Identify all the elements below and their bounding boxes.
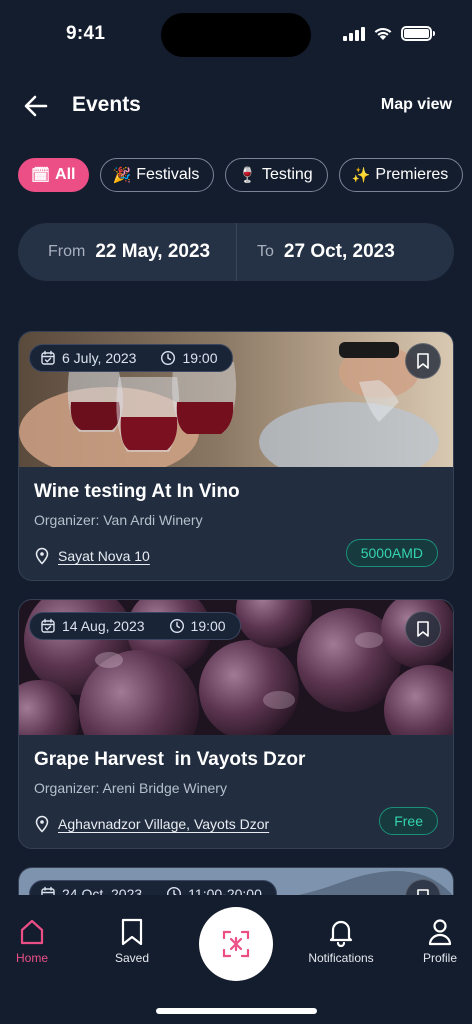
bottom-nav: Home Saved Notifications Profile [0,895,472,1024]
calendar-icon [41,618,55,633]
event-image: 14 Aug, 2023 19:00 [19,600,453,735]
bookmark-button[interactable] [405,611,441,647]
nav-notifications[interactable]: Notifications [307,917,375,965]
location-pin-icon [35,815,49,833]
nav-home-label: Home [15,951,48,965]
wifi-icon [374,27,392,40]
bookmark-icon [121,918,143,946]
event-image: 6 July, 2023 19:00 [19,332,453,467]
nav-profile-label: Profile [422,951,457,965]
bell-icon [329,920,353,947]
wine-glass-icon: 🍷 [238,167,257,184]
event-card[interactable]: 14 Aug, 2023 19:00 Grape Harvest in Vayo… [18,599,454,849]
home-indicator [156,1008,317,1014]
event-title: Grape Harvest in Vayots Dzor [34,749,306,770]
date-to-value: 27 Oct, 2023 [283,241,395,262]
filter-label: Festivals [136,166,200,183]
status-bar: 9:41 [0,0,472,70]
page-title: Events [72,93,141,116]
nav-notifications-label: Notifications [308,951,374,965]
event-location[interactable]: Aghavnadzor Village, Vayots Dzor [34,815,269,833]
event-date: 6 July, 2023 [62,350,137,366]
date-from-field[interactable]: From 22 May, 2023 [18,223,236,281]
location-pin-icon [35,547,49,565]
filter-label: Testing [262,166,313,183]
date-to-field[interactable]: To 27 Oct, 2023 [236,223,454,281]
header: Events Map view [0,84,472,128]
event-price-badge: 5000AMD [345,539,438,567]
date-from-label: From [48,243,86,260]
party-popper-icon: 🎉 [112,167,132,184]
filter-chip-testing[interactable]: 🍷 Testing [225,158,328,192]
scan-qr-button[interactable] [199,907,273,981]
event-location-text: Sayat Nova 10 [58,548,150,564]
bookmark-icon [417,353,429,369]
nav-saved[interactable]: Saved [114,917,150,965]
category-filters: 🗓 All 🎉 Festivals 🍷 Testing ✨ Premieres [18,158,464,192]
event-organizer: Organizer: Van Ardi Winery [34,512,203,528]
filter-label: All [55,166,76,183]
date-range-picker: From 22 May, 2023 To 27 Oct, 2023 [18,223,454,281]
event-price-badge: Free [379,807,438,835]
status-time: 9:41 [66,23,106,44]
battery-icon [401,25,435,41]
nav-saved-label: Saved [114,951,150,965]
event-location[interactable]: Sayat Nova 10 [34,547,150,565]
event-time: 19:00 [182,350,218,366]
back-arrow-icon[interactable] [22,92,50,120]
event-date: 14 Aug, 2023 [62,618,145,634]
event-location-text: Aghavnadzor Village, Vayots Dzor [58,816,270,832]
scan-icon [222,930,250,958]
cellular-signal-icon [343,25,365,41]
event-card[interactable]: 6 July, 2023 19:00 Wine testing At In Vi… [18,331,454,581]
event-time: 19:00 [190,618,226,634]
event-date-pill: 14 Aug, 2023 19:00 [29,612,241,640]
calendar-icon [41,350,55,365]
event-title: Wine testing At In Vino [34,481,240,502]
clock-icon [161,350,176,366]
filter-chip-premieres[interactable]: ✨ Premieres [338,158,464,192]
profile-icon [428,919,452,946]
home-icon [20,919,44,945]
nav-profile[interactable]: Profile [422,917,458,965]
calendar-emoji-icon: 🗓 [31,167,51,184]
sparkles-icon: ✨ [351,167,371,184]
event-organizer: Organizer: Areni Bridge Winery [34,780,227,796]
map-view-button[interactable]: Map view [381,96,452,114]
nav-home[interactable]: Home [14,917,50,965]
status-icons [343,25,435,41]
filter-chip-all[interactable]: 🗓 All [18,158,89,192]
bookmark-icon [417,621,429,637]
filter-chip-festivals[interactable]: 🎉 Festivals [99,158,215,192]
clock-icon [169,618,184,634]
date-from-value: 22 May, 2023 [95,241,211,262]
filter-label: Premieres [375,166,449,183]
event-card-body: Grape Harvest in Vayots Dzor Organizer: … [19,735,453,848]
event-card-body: Wine testing At In Vino Organizer: Van A… [19,467,453,580]
dynamic-island [161,13,311,57]
date-to-label: To [257,243,274,260]
bookmark-button[interactable] [405,343,441,379]
event-date-pill: 6 July, 2023 19:00 [29,344,233,372]
